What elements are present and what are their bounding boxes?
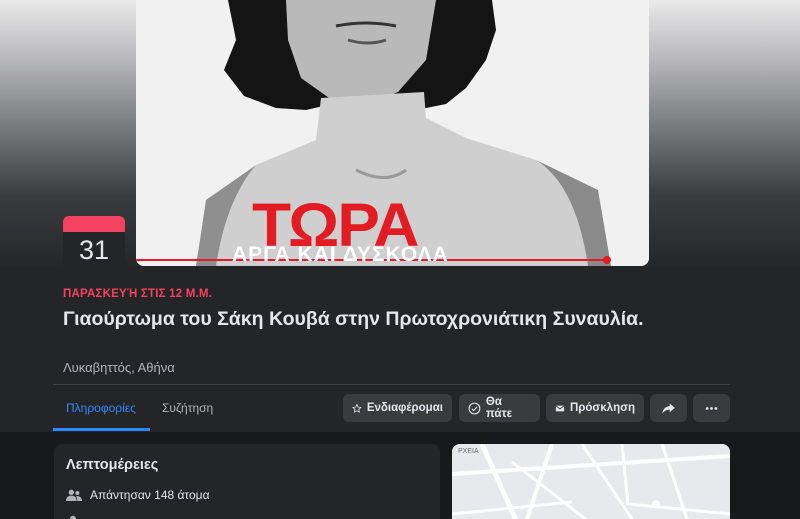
- invite-button[interactable]: Πρόσκληση: [546, 394, 644, 422]
- date-badge-top: [63, 216, 125, 232]
- check-circle-icon: [468, 402, 481, 414]
- cover-subtitle-text: ΑΡΓΑ ΚΑΙ ΔΥΣΚΟΛΑ: [232, 243, 449, 266]
- event-location[interactable]: Λυκαβηττός, Αθήνα: [63, 360, 175, 375]
- share-arrow-icon: [662, 403, 675, 413]
- active-tab-indicator: [53, 428, 150, 431]
- event-title: Γιαούρτωμα του Σάκη Κουβά στην Πρωτοχρον…: [63, 308, 644, 330]
- location-map[interactable]: ΡΧΕΙΑ: [452, 444, 730, 519]
- responded-row: Απάντησαν 148 άτομα: [66, 488, 210, 502]
- next-detail-row: [66, 514, 80, 519]
- person-icon: [70, 515, 76, 519]
- map-label: ΡΧΕΙΑ: [458, 448, 479, 455]
- going-label: Θα πάτε: [485, 396, 513, 420]
- tab-discussion[interactable]: Συζήτηση: [150, 385, 225, 431]
- interested-button[interactable]: Ενδιαφέρομαι: [343, 394, 452, 422]
- star-icon: [352, 403, 362, 413]
- details-card: Λεπτομέρειες Απάντησαν 148 άτομα: [54, 444, 440, 519]
- date-badge-day: 31: [78, 235, 110, 265]
- going-button[interactable]: Θα πάτε: [459, 394, 540, 422]
- cover-photo[interactable]: ΤΩΡΑ ΑΡΓΑ ΚΑΙ ΔΥΣΚΟΛΑ: [136, 0, 649, 266]
- envelope-icon: [555, 405, 565, 411]
- people-icon: [66, 489, 82, 501]
- more-dots-icon: [705, 406, 718, 410]
- details-title: Λεπτομέρειες: [66, 457, 159, 473]
- date-badge: 31: [63, 216, 125, 274]
- map-streets-illustration: [452, 444, 730, 519]
- share-button[interactable]: [650, 394, 687, 422]
- more-options-button[interactable]: [693, 394, 730, 422]
- interested-label: Ενδιαφέρομαι: [366, 402, 443, 414]
- event-date: ΠΑΡΑΣΚΕΥΉ ΣΤΙΣ 12 Μ.Μ.: [63, 288, 213, 300]
- invite-label: Πρόσκληση: [569, 402, 635, 414]
- tab-info[interactable]: Πληροφορίες: [54, 385, 148, 431]
- responded-text[interactable]: Απάντησαν 148 άτομα: [90, 488, 210, 502]
